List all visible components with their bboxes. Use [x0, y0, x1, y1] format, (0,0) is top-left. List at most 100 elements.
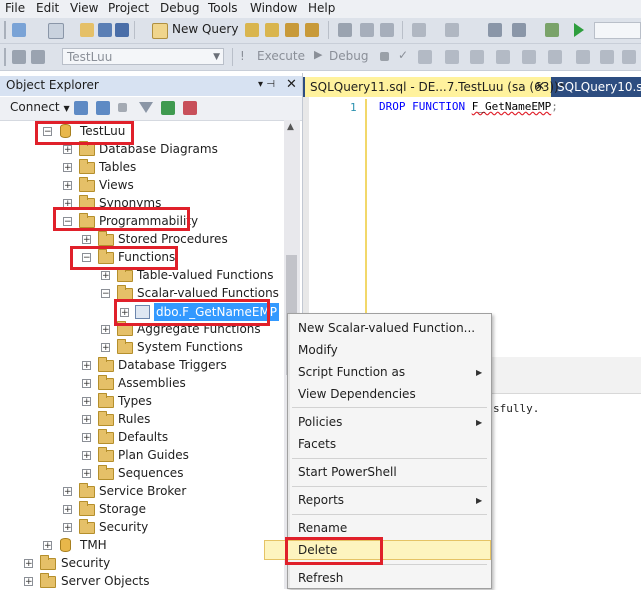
expand-icon[interactable]: +	[101, 343, 110, 353]
menu-edit[interactable]: Edit	[36, 1, 59, 15]
menu-item-policies[interactable]: Policies	[298, 412, 342, 432]
new-query-icon[interactable]	[152, 23, 168, 39]
menu-item-modify[interactable]: Modify	[298, 340, 338, 360]
menu-item-reports[interactable]: Reports	[298, 490, 344, 510]
expand-icon[interactable]: +	[63, 523, 72, 533]
start-icon[interactable]	[574, 23, 584, 37]
scroll-up-icon[interactable]: ▲	[287, 122, 294, 132]
expand-icon[interactable]: +	[82, 361, 91, 371]
debug-button[interactable]: Debug	[329, 49, 368, 63]
expand-icon[interactable]: +	[82, 415, 91, 425]
tree-node-storage[interactable]: Storage	[99, 500, 146, 518]
new-item-icon[interactable]	[48, 23, 64, 39]
connect-server-icon[interactable]	[74, 101, 88, 115]
tab-sqlquery11[interactable]: SQLQuery11.sql - DE...7.TestLuu (sa (63)…	[305, 77, 565, 97]
cut-icon[interactable]	[338, 23, 352, 37]
dmx-query-icon[interactable]	[305, 23, 319, 37]
tree-node-sequences[interactable]: Sequences	[118, 464, 183, 482]
menu-item-view-dependencies[interactable]: View Dependencies	[298, 384, 416, 404]
collapse-icon[interactable]: −	[101, 289, 110, 299]
uncomment-icon[interactable]	[600, 50, 614, 64]
menu-item-start-powershell[interactable]: Start PowerShell	[298, 462, 397, 482]
results-to-grid-icon[interactable]	[522, 50, 536, 64]
close-tab-icon[interactable]: ✕	[535, 79, 545, 93]
connect-button[interactable]: Connect ▼	[10, 100, 70, 114]
copy-icon[interactable]	[360, 23, 374, 37]
tree-node-assemblies[interactable]: Assemblies	[118, 374, 186, 392]
expand-icon[interactable]: +	[63, 487, 72, 497]
database-combo[interactable]: TestLuu ▼	[62, 48, 224, 65]
parse-icon[interactable]: ✓	[398, 48, 408, 62]
tree-node-views[interactable]: Views	[99, 176, 134, 194]
debug-icon[interactable]: ▶	[314, 48, 322, 61]
close-icon[interactable]: ✕	[286, 77, 297, 92]
menu-debug[interactable]: Debug	[160, 1, 199, 15]
expand-icon[interactable]: +	[82, 469, 91, 479]
redo-icon[interactable]	[445, 23, 459, 37]
open-folder-icon[interactable]	[80, 23, 94, 37]
expand-icon[interactable]: +	[63, 505, 72, 515]
indent-icon[interactable]	[622, 50, 636, 64]
menu-item-rename[interactable]: Rename	[298, 518, 347, 538]
change-connection-icon[interactable]	[31, 50, 45, 64]
intellisense-icon[interactable]	[470, 50, 484, 64]
menu-item-new-scalar-function[interactable]: New Scalar-valued Function...	[298, 318, 475, 338]
tree-node-security-server[interactable]: Security	[61, 554, 110, 572]
tree-node-service-broker[interactable]: Service Broker	[99, 482, 186, 500]
menu-item-refresh[interactable]: Refresh	[298, 568, 343, 588]
expand-icon[interactable]: +	[82, 433, 91, 443]
tab-sqlquery10[interactable]: SQLQuery10.sql	[557, 80, 641, 94]
tree-node-system-functions[interactable]: System Functions	[137, 338, 243, 356]
display-plan-icon[interactable]	[418, 50, 432, 64]
activity-monitor-icon[interactable]	[183, 101, 197, 115]
undo-icon[interactable]	[412, 23, 426, 37]
expand-icon[interactable]: +	[101, 271, 110, 281]
activity-icon[interactable]	[512, 23, 526, 37]
expand-icon[interactable]: +	[82, 397, 91, 407]
cancel-query-icon[interactable]	[380, 52, 389, 61]
menu-tools[interactable]: Tools	[208, 1, 238, 15]
stop-icon[interactable]	[118, 103, 127, 112]
tree-node-security-db[interactable]: Security	[99, 518, 148, 536]
comment-icon[interactable]	[576, 50, 590, 64]
tree-node-types[interactable]: Types	[118, 392, 152, 410]
new-query-button[interactable]: New Query	[172, 22, 238, 36]
expand-icon[interactable]: +	[24, 577, 33, 587]
expand-icon[interactable]: +	[63, 145, 72, 155]
query-options-icon[interactable]	[445, 50, 459, 64]
tree-node-plan-guides[interactable]: Plan Guides	[118, 446, 189, 464]
menu-item-script-function-as[interactable]: Script Function as	[298, 362, 405, 382]
refresh-icon[interactable]	[161, 101, 175, 115]
connect-icon[interactable]	[12, 50, 26, 64]
results-to-file-icon[interactable]	[548, 50, 562, 64]
menu-window[interactable]: Window	[250, 1, 297, 15]
toolbar-grip[interactable]	[4, 48, 6, 66]
menu-file[interactable]: File	[5, 1, 25, 15]
filter-icon[interactable]	[139, 102, 153, 113]
expand-icon[interactable]: +	[24, 559, 33, 569]
expand-icon[interactable]: +	[82, 235, 91, 245]
execute-button[interactable]: Execute	[257, 49, 305, 63]
paste-icon[interactable]	[380, 23, 394, 37]
disconnect-icon[interactable]	[96, 101, 110, 115]
expand-icon[interactable]: +	[43, 541, 52, 551]
expand-icon[interactable]: +	[82, 451, 91, 461]
toolbar-grip[interactable]	[4, 21, 6, 39]
db-query-icon[interactable]	[245, 23, 259, 37]
expand-icon[interactable]: +	[63, 163, 72, 173]
tree-node-server-objects[interactable]: Server Objects	[61, 572, 150, 590]
tree-node-defaults[interactable]: Defaults	[118, 428, 168, 446]
new-project-icon[interactable]	[12, 23, 26, 37]
navigate-icon[interactable]	[488, 23, 502, 37]
results-to-text-icon[interactable]	[496, 50, 510, 64]
menu-help[interactable]: Help	[308, 1, 335, 15]
tree-node-database-triggers[interactable]: Database Triggers	[118, 356, 227, 374]
expand-icon[interactable]: +	[82, 379, 91, 389]
menu-item-facets[interactable]: Facets	[298, 434, 336, 454]
tree-node-rules[interactable]: Rules	[118, 410, 150, 428]
save-all-icon[interactable]	[115, 23, 129, 37]
pin-icon[interactable]: ▾ ⊣	[258, 79, 275, 90]
expand-icon[interactable]: +	[63, 181, 72, 191]
tree-node-tables[interactable]: Tables	[99, 158, 136, 176]
menu-view[interactable]: View	[70, 1, 98, 15]
